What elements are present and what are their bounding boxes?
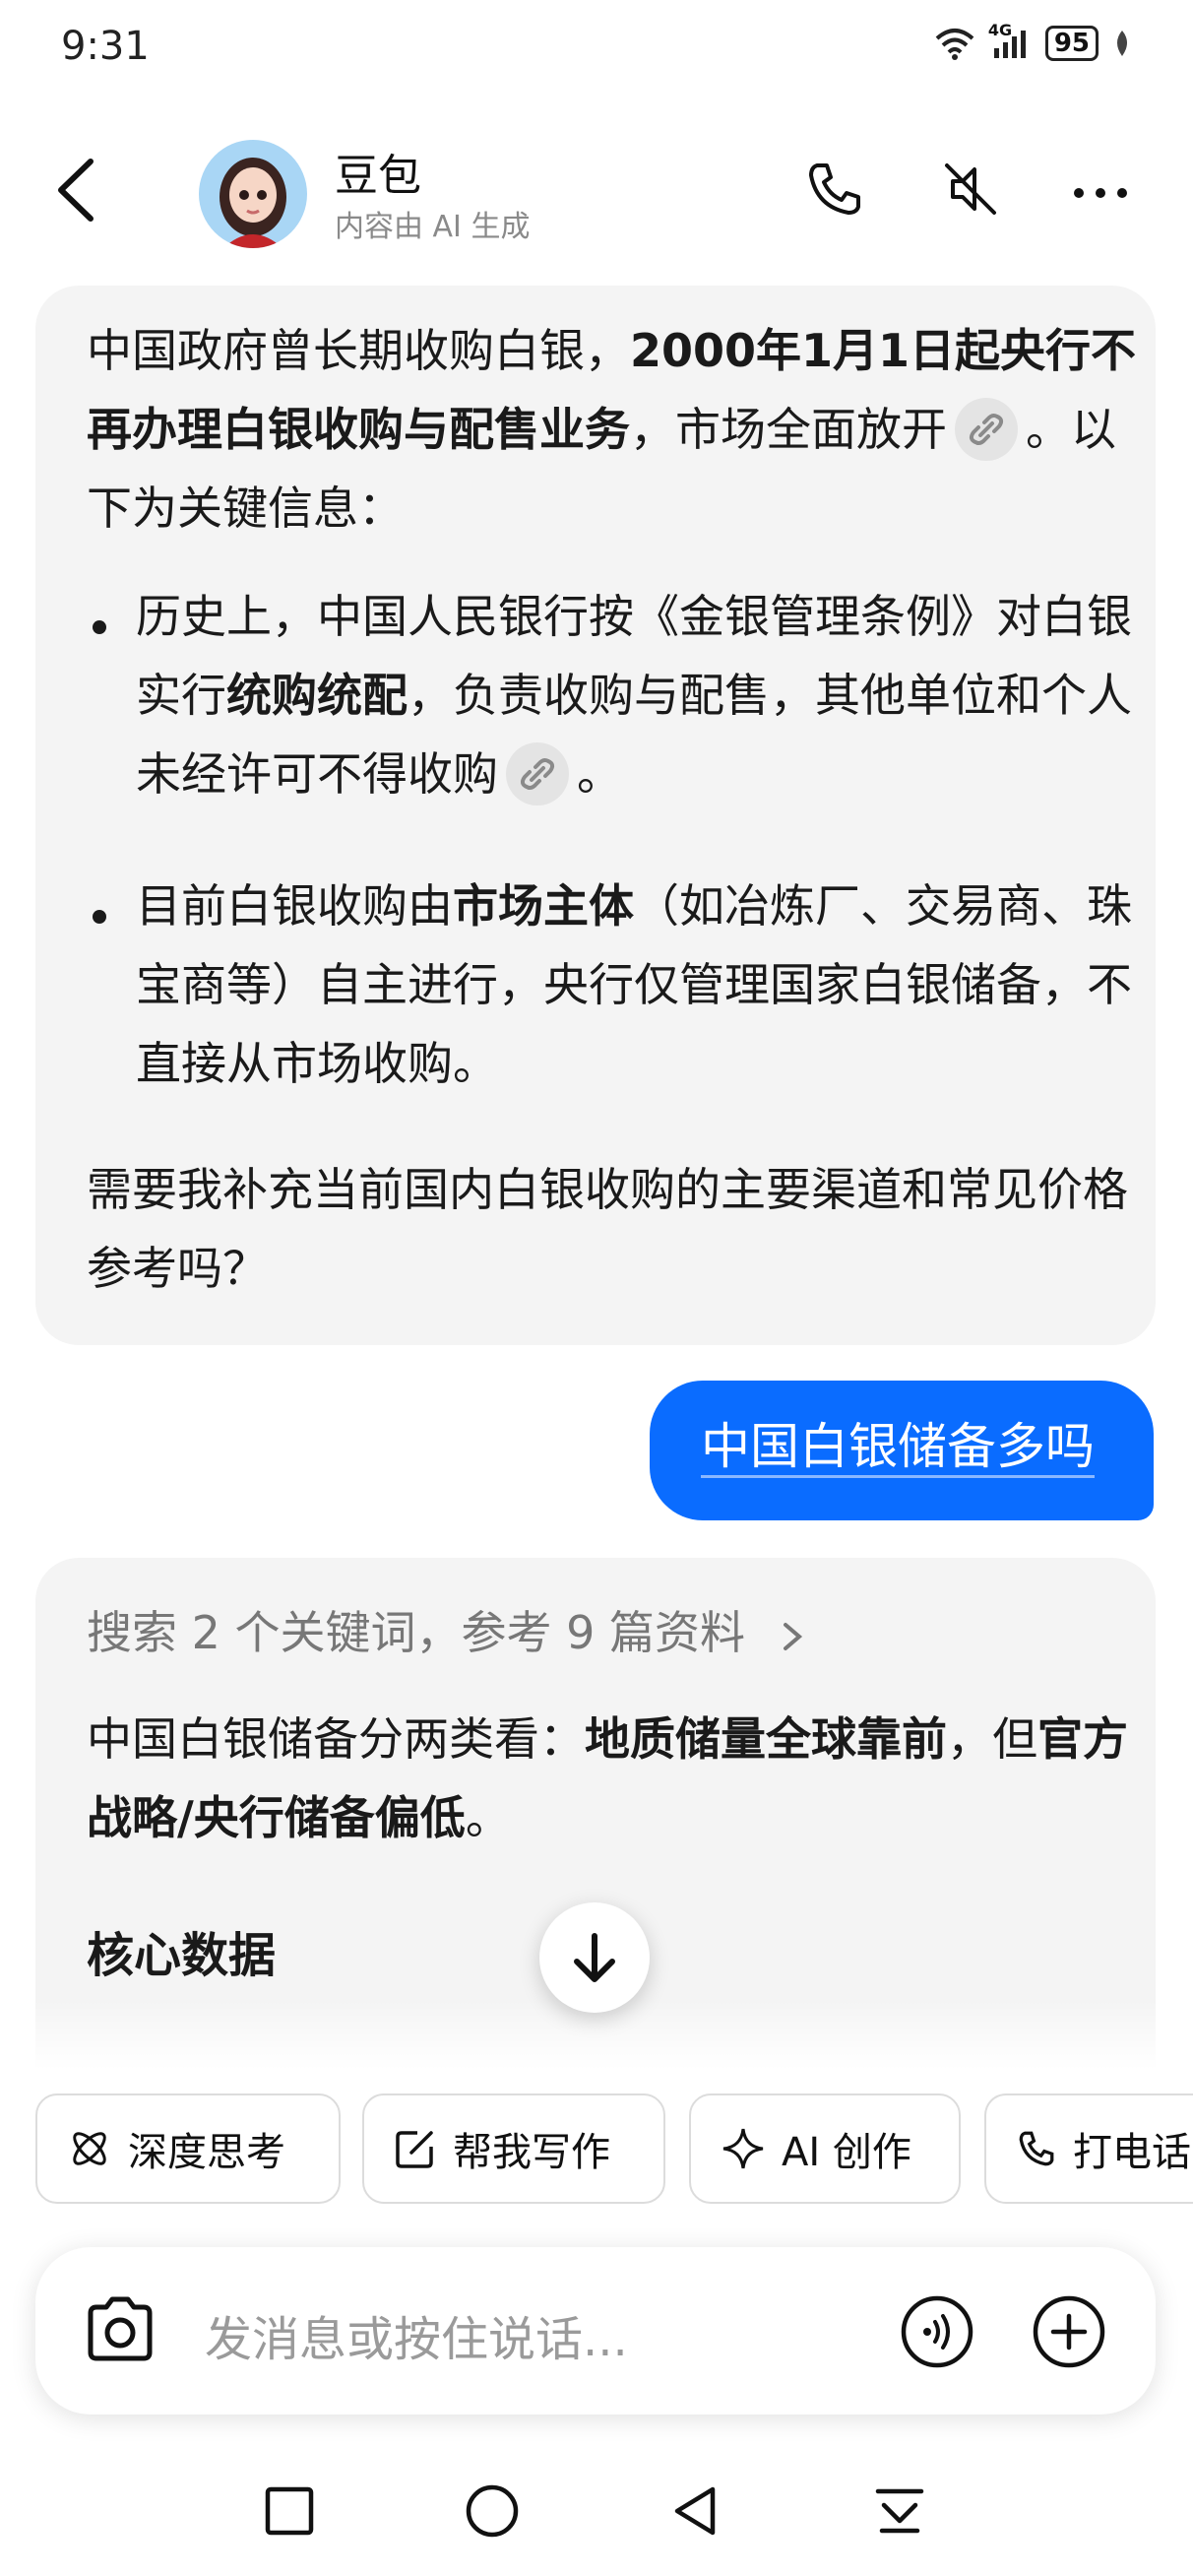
avatar[interactable] [199,140,307,248]
chip-deep-think[interactable]: 深度思考 [35,2093,341,2204]
scroll-to-bottom-button[interactable] [539,1902,650,2013]
notification-pulldown-icon[interactable] [870,2481,929,2541]
search-references[interactable]: 搜索 2 个关键词，参考 9 篇资料 [87,1597,807,1662]
bold-text: 地质储量全球靠前 [585,1712,947,1766]
ai-paragraph: 中国白银储备分两类看：地质储量全球靠前，但官方战略/央行储备偏低。 [87,1700,1130,1857]
leaf-icon [1117,31,1127,56]
arrow-down-icon [574,1933,615,1982]
chip-label: 打电话 [1073,2130,1191,2175]
status-time: 9:31 [61,24,150,69]
bold-text: 统购统配 [226,669,408,722]
text-span: 。 [577,747,622,801]
atom-icon [73,2132,106,2165]
back-icon[interactable] [665,2481,724,2541]
signal-icon: 4G [988,21,1032,60]
reference-link-icon[interactable] [506,741,569,805]
plus-icon[interactable] [1032,2294,1106,2369]
text-span: 。 [465,1791,511,1844]
chip-label: 帮我写作 [453,2130,610,2175]
chip-call[interactable]: 打电话 [984,2093,1193,2204]
bullet-dot [93,910,106,924]
text-span: ，但 [947,1712,1037,1766]
chat-subtitle: 内容由 AI 生成 [335,210,531,244]
status-icons: 4G 95 [935,21,1132,61]
voice-call-icon[interactable] [900,2294,974,2369]
home-icon[interactable] [463,2481,522,2541]
chip-ai-create[interactable]: AI 创作 [689,2093,961,2204]
search-summary: 搜索 2 个关键词，参考 9 篇资料 [87,1606,746,1659]
reference-link-icon[interactable] [955,397,1018,461]
chip-label: 深度思考 [128,2130,285,2175]
battery-indicator: 95 [1044,26,1099,61]
phone-icon[interactable] [803,158,866,221]
edit-icon [396,2131,433,2168]
list-item: 历史上，中国人民银行按《金银管理条例》对白银实行统购统配，负责收购与配售，其他单… [136,577,1140,813]
text-span: 中国白银储备分两类看： [87,1712,585,1766]
chevron-right-icon [783,1622,802,1650]
chat-title: 豆包 [335,151,421,201]
text-span: 中国政府曾长期收购白银， [87,324,630,377]
recent-apps-icon[interactable] [260,2481,319,2541]
text-span: 目前白银收购由 [136,879,453,933]
ai-paragraph: 中国政府曾长期收购白银，2000年1月1日起央行不再办理白银收购与配售业务，市场… [87,311,1150,547]
ai-paragraph: 需要我补充当前国内白银收购的主要渠道和常见价格参考吗？ [87,1163,1128,1295]
back-arrow-icon[interactable] [51,156,100,225]
list-item: 目前白银收购由市场主体（如冶炼厂、交易商、珠宝商等）自主进行，央行仅管理国家白银… [136,867,1140,1103]
more-icon[interactable] [1069,158,1132,221]
bullet-dot [93,620,106,634]
chip-writing[interactable]: 帮我写作 [362,2093,665,2204]
chip-label: AI 创作 [782,2130,911,2175]
wifi-icon [935,29,974,60]
bold-text: 市场主体 [453,879,634,933]
text-span: ，市场全面放开 [630,403,947,456]
section-heading: 核心数据 [87,1928,277,1983]
camera-icon[interactable] [83,2295,157,2364]
sparkle-icon [722,2128,764,2169]
user-message-text[interactable]: 中国白银储备多吗 [701,1418,1095,1478]
ai-message-bubble: 中国政府曾长期收购白银，2000年1月1日起央行不再办理白银收购与配售业务，市场… [35,286,1156,1345]
phone-icon [1019,2131,1054,2166]
mute-icon[interactable] [939,158,1002,221]
user-message-bubble[interactable]: 中国白银储备多吗 [650,1381,1154,1520]
message-input[interactable]: 发消息或按住说话... [205,2300,628,2369]
